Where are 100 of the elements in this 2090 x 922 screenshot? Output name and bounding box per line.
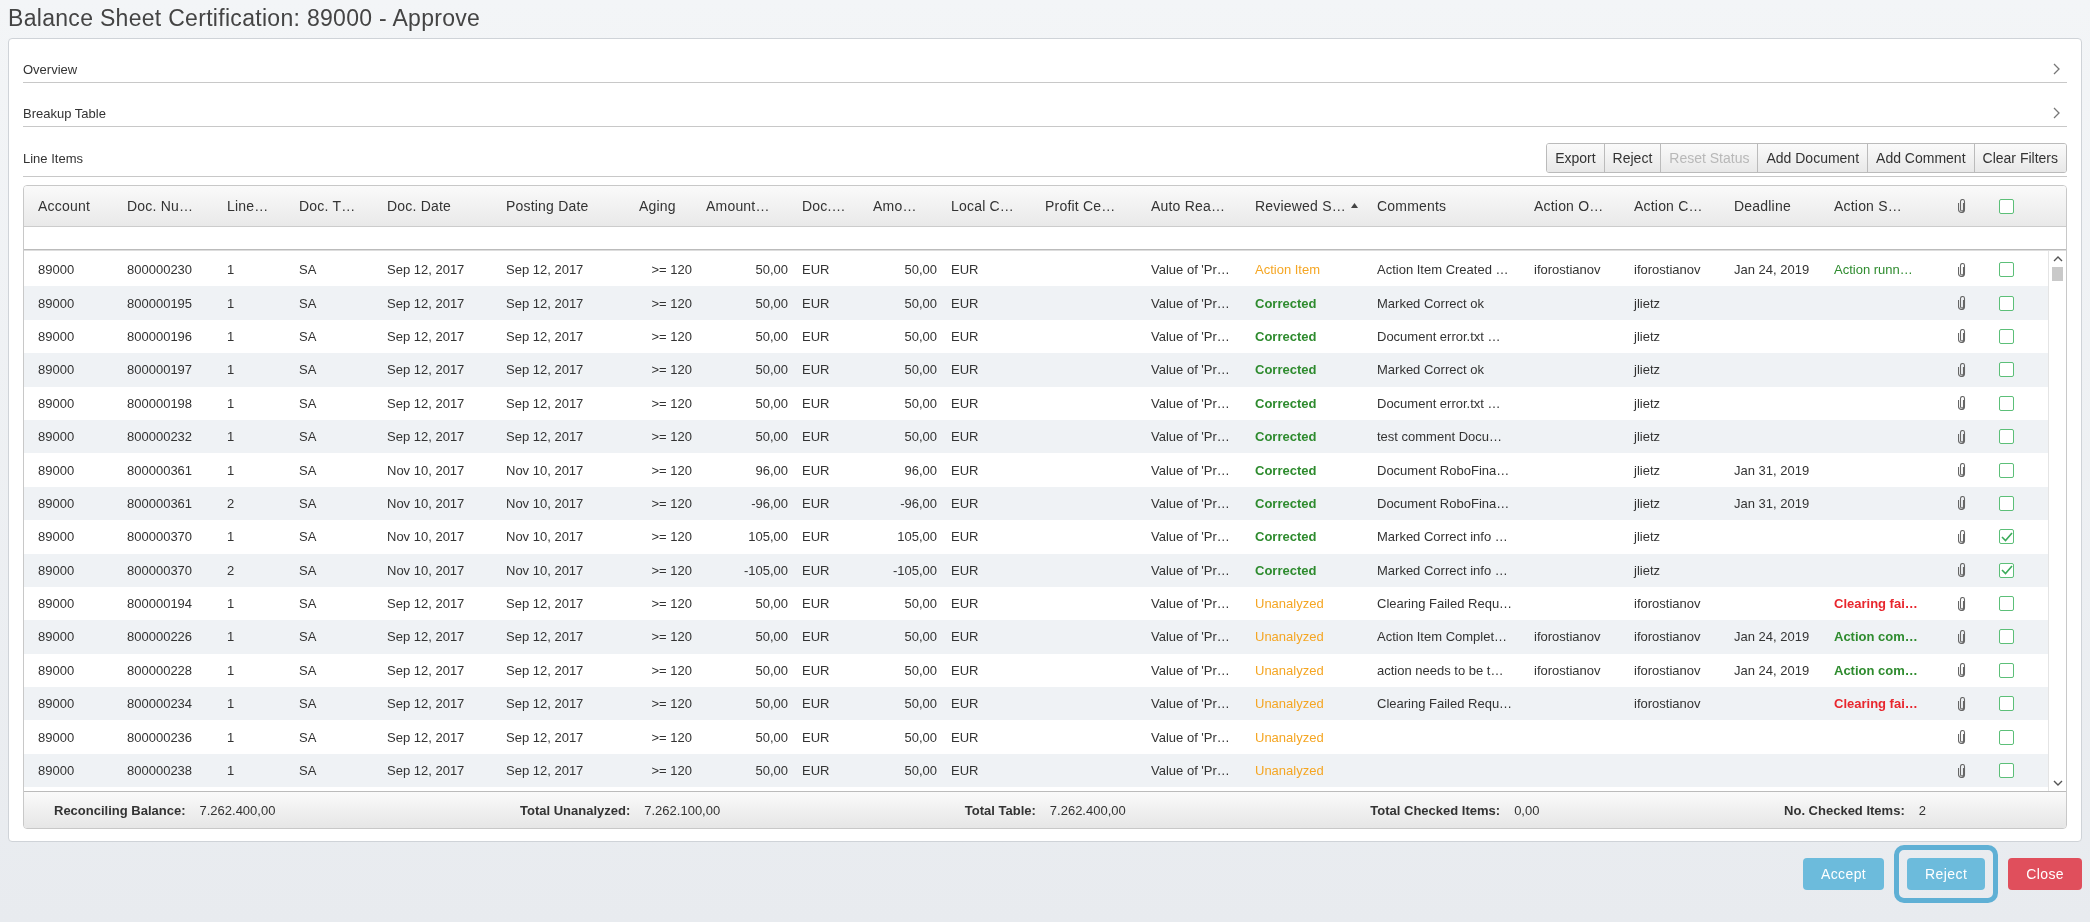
reviewed-status-cell-text: Unanalyzed [1254, 662, 1325, 678]
paperclip-icon[interactable] [1957, 396, 1966, 411]
section-header[interactable]: Overview [23, 39, 2067, 83]
column-header[interactable]: Profit Ce… [1045, 198, 1116, 214]
column-header[interactable]: Amount… [706, 198, 770, 214]
column-header[interactable]: Doc. Date [387, 198, 452, 214]
row-checkbox[interactable] [1999, 562, 2014, 578]
toolbar-button[interactable]: Add Comment [1867, 144, 1974, 172]
paperclip-icon[interactable] [1957, 596, 1966, 611]
row-checkbox[interactable] [1999, 763, 2014, 779]
scrollbar[interactable] [2048, 251, 2066, 791]
aging-cell-text: >= 120 [650, 562, 693, 578]
row-checkbox[interactable] [1999, 362, 2014, 378]
toolbar-button[interactable]: Export [1547, 144, 1604, 172]
posting-date-cell-text: Nov 10, 2017 [505, 462, 585, 478]
doc-number-cell-text: 800000194 [126, 596, 194, 612]
auto-reason-cell-text: Value of 'Pr… [1150, 262, 1231, 278]
doc-date-cell-text: Sep 12, 2017 [386, 729, 466, 745]
doc-number-cell-text: 800000361 [126, 462, 194, 478]
row-checkbox[interactable] [1999, 696, 2014, 712]
currency-cell-text: EUR [950, 662, 980, 678]
account-cell-text: 89000 [37, 596, 76, 612]
row-checkbox[interactable] [1999, 596, 2014, 612]
doc-number-cell-text: 800000361 [126, 495, 194, 511]
posting-date-cell-text: Sep 12, 2017 [505, 295, 585, 311]
doc-date-cell-text: Sep 12, 2017 [386, 596, 466, 612]
amount-cell-text: 50,00 [754, 596, 789, 612]
column-header[interactable]: Action O… [1534, 198, 1604, 214]
row-checkbox[interactable] [1999, 729, 2014, 745]
deadline-cell-text: Jan 24, 2019 [1733, 662, 1811, 678]
toolbar-button[interactable]: Add Document [1757, 144, 1868, 172]
currency-cell-text: EUR [950, 429, 980, 445]
column-header[interactable]: Reviewed S… [1255, 198, 1346, 214]
scroll-up-icon[interactable] [2052, 255, 2063, 263]
column-header[interactable]: Aging [639, 198, 676, 214]
posting-date-cell-text: Sep 12, 2017 [505, 262, 585, 278]
line-cell-text: 1 [226, 529, 236, 545]
row-checkbox[interactable] [1999, 629, 2014, 645]
currency-cell-text: EUR [801, 328, 831, 344]
comments-cell-text: Document RoboFina… [1376, 462, 1511, 478]
comments-cell-text: test comment Docu… [1376, 429, 1503, 445]
paperclip-icon[interactable] [1957, 262, 1966, 277]
doc-type-cell-text: SA [298, 696, 318, 712]
row-checkbox[interactable] [1999, 529, 2014, 545]
column-header[interactable]: Deadline [1734, 198, 1791, 214]
column-header[interactable]: Amo… [873, 198, 917, 214]
action-status-cell-text: Action runn… [1833, 262, 1914, 278]
row-checkbox[interactable] [1999, 462, 2014, 478]
amount-cell-text: 50,00 [903, 429, 938, 445]
column-header[interactable]: Local C… [951, 198, 1015, 214]
line-cell-text: 1 [226, 429, 236, 445]
row-checkbox[interactable] [1999, 262, 2014, 278]
column-header[interactable]: Posting Date [506, 198, 589, 214]
auto-reason-cell-text: Value of 'Pr… [1150, 662, 1231, 678]
paperclip-icon[interactable] [1957, 563, 1966, 578]
posting-date-cell-text: Sep 12, 2017 [505, 729, 585, 745]
toolbar-button[interactable]: Clear Filters [1973, 144, 2066, 172]
toolbar-button[interactable]: Reject [1603, 144, 1661, 172]
paperclip-icon[interactable] [1957, 663, 1966, 678]
paperclip-icon[interactable] [1957, 496, 1966, 511]
paperclip-icon[interactable] [1957, 429, 1966, 444]
action-owner-cell-text: iforostianov [1533, 262, 1602, 278]
column-header[interactable]: Action S… [1834, 198, 1902, 214]
column-header[interactable]: Account [38, 198, 90, 214]
auto-reason-cell-text: Value of 'Pr… [1150, 295, 1231, 311]
column-header[interactable]: Doc. T… [299, 198, 356, 214]
row-checkbox[interactable] [1999, 662, 2014, 678]
section-header[interactable]: Breakup Table [23, 83, 2067, 127]
amount-cell-text: -105,00 [891, 562, 938, 578]
doc-type-cell-text: SA [298, 562, 318, 578]
select-all-checkbox[interactable] [1999, 198, 2014, 214]
row-checkbox[interactable] [1999, 495, 2014, 511]
column-header[interactable]: Line… [227, 198, 269, 214]
paperclip-icon[interactable] [1957, 696, 1966, 711]
doc-number-cell-text: 800000228 [126, 662, 194, 678]
column-header[interactable]: Auto Rea… [1151, 198, 1226, 214]
row-checkbox[interactable] [1999, 295, 2014, 311]
column-header[interactable]: Doc.… [802, 198, 846, 214]
row-checkbox[interactable] [1999, 328, 2014, 344]
paperclip-icon[interactable] [1957, 529, 1966, 544]
column-header[interactable]: Doc. Nu… [127, 198, 194, 214]
account-cell-text: 89000 [37, 629, 76, 645]
row-checkbox[interactable] [1999, 395, 2014, 411]
paperclip-icon[interactable] [1957, 730, 1966, 745]
close-button[interactable]: Close [2008, 858, 2082, 890]
paperclip-icon[interactable] [1957, 329, 1966, 344]
paperclip-icon[interactable] [1957, 362, 1966, 377]
column-header[interactable]: Comments [1377, 198, 1447, 214]
aging-cell-text: >= 120 [650, 529, 693, 545]
doc-date-cell-text: Sep 12, 2017 [386, 395, 466, 411]
scroll-down-icon[interactable] [2052, 779, 2063, 787]
paperclip-icon[interactable] [1957, 296, 1966, 311]
comments-cell-text: action needs to be t… [1376, 662, 1505, 678]
currency-cell-text: EUR [801, 562, 831, 578]
paperclip-icon[interactable] [1957, 763, 1966, 778]
row-checkbox[interactable] [1999, 429, 2014, 445]
scrollbar-thumb[interactable] [2052, 267, 2063, 281]
column-header[interactable]: Action C… [1634, 198, 1703, 214]
paperclip-icon[interactable] [1957, 463, 1966, 478]
paperclip-icon[interactable] [1957, 630, 1966, 644]
